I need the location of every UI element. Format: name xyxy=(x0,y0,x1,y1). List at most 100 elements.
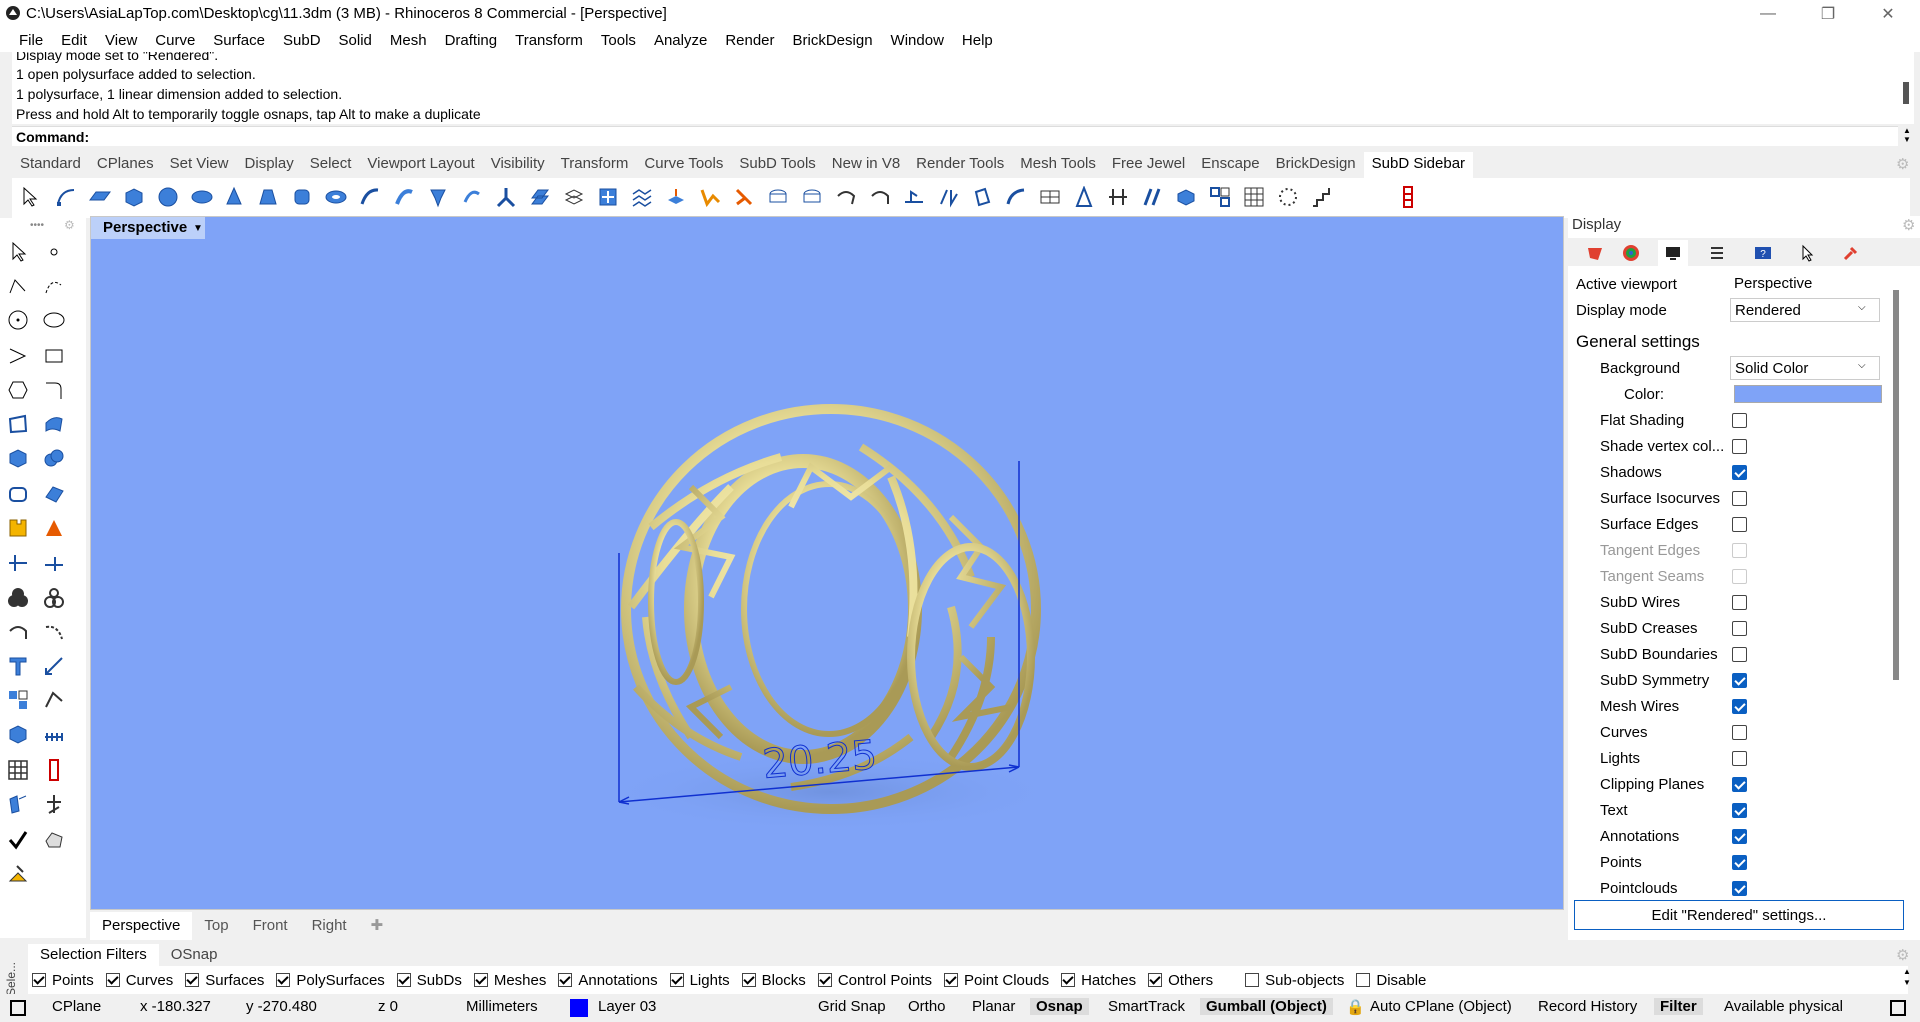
menu-subd[interactable]: SubD xyxy=(274,32,330,49)
viewport-tab-perspective[interactable]: Perspective xyxy=(90,912,193,940)
array-grid-icon[interactable] xyxy=(4,756,32,784)
menu-window[interactable]: Window xyxy=(882,32,953,49)
filter-checkbox[interactable] xyxy=(1061,973,1076,987)
close-button[interactable]: ✕ xyxy=(1860,0,1916,28)
subd-skin-icon[interactable] xyxy=(492,183,520,211)
select-arrow-icon[interactable] xyxy=(16,183,44,211)
step-array-icon[interactable] xyxy=(1308,183,1336,211)
solid-cylinder-icon[interactable] xyxy=(4,480,32,508)
tab-transform[interactable]: Transform xyxy=(553,152,637,178)
filter-checkbox[interactable] xyxy=(1245,973,1260,987)
mesh-icon[interactable] xyxy=(40,480,68,508)
subd-stitch-icon[interactable] xyxy=(526,183,554,211)
block-icon[interactable] xyxy=(4,686,32,714)
tab-enscape[interactable]: Enscape xyxy=(1193,152,1267,178)
select-icon[interactable] xyxy=(4,238,32,266)
display-option-checkbox[interactable] xyxy=(1732,491,1747,506)
display-option-checkbox[interactable] xyxy=(1732,673,1747,688)
polar-array-icon[interactable] xyxy=(1274,183,1302,211)
rectangle-icon[interactable] xyxy=(40,342,68,370)
filter-item[interactable]: Lights xyxy=(669,972,730,989)
filter-checkbox[interactable] xyxy=(473,973,488,987)
menu-view[interactable]: View xyxy=(96,32,146,49)
extrude-solid-icon[interactable] xyxy=(4,720,32,748)
auto-cplane-toggle[interactable]: Auto CPlane (Object) xyxy=(1370,998,1512,1015)
maximize-button[interactable]: ❐ xyxy=(1800,0,1856,28)
tab-set-view[interactable]: Set View xyxy=(162,152,237,178)
grid-plane-icon[interactable] xyxy=(40,720,68,748)
display-option-checkbox[interactable] xyxy=(1732,803,1747,818)
crease-icon[interactable] xyxy=(628,183,656,211)
menu-render[interactable]: Render xyxy=(716,32,783,49)
tab-standard[interactable]: Standard xyxy=(12,152,89,178)
planar-toggle[interactable]: Planar xyxy=(972,998,1015,1015)
tab-subd-sidebar[interactable]: SubD Sidebar xyxy=(1363,152,1474,178)
boolean-union-icon[interactable] xyxy=(4,584,32,612)
filter-item[interactable]: Disable xyxy=(1356,972,1426,989)
menu-tools[interactable]: Tools xyxy=(592,32,645,49)
arc-icon[interactable] xyxy=(4,342,32,370)
select-tab-icon[interactable] xyxy=(1792,240,1822,266)
menu-help[interactable]: Help xyxy=(953,32,1002,49)
text-icon[interactable] xyxy=(4,652,32,680)
analyze-icon[interactable] xyxy=(40,826,68,854)
tab-viewport-layout[interactable]: Viewport Layout xyxy=(359,152,482,178)
display-option-checkbox[interactable] xyxy=(1732,413,1747,428)
display-option-checkbox[interactable] xyxy=(1732,647,1747,662)
layers-tab-icon[interactable] xyxy=(1702,240,1732,266)
unfold-icon[interactable] xyxy=(1002,183,1030,211)
panel-toggle-icon[interactable] xyxy=(1890,1000,1906,1016)
edit-points-icon[interactable] xyxy=(40,686,68,714)
flip-icon[interactable] xyxy=(1138,183,1166,211)
fold-icon[interactable] xyxy=(968,183,996,211)
subd-ellipsoid-icon[interactable] xyxy=(188,183,216,211)
subd-truncated-cone-icon[interactable] xyxy=(254,183,282,211)
menu-curve[interactable]: Curve xyxy=(146,32,204,49)
filter-toggle[interactable]: Filter xyxy=(1654,998,1703,1015)
grid-array-icon[interactable] xyxy=(1240,183,1268,211)
toolbar-settings-icon[interactable]: ⚙ xyxy=(1896,155,1909,173)
filter-checkbox[interactable] xyxy=(558,973,573,987)
menu-solid[interactable]: Solid xyxy=(330,32,381,49)
subd-sweep-icon[interactable] xyxy=(390,183,418,211)
filter-item[interactable]: Blocks xyxy=(741,972,806,989)
add-viewport-icon[interactable]: ✚ xyxy=(359,912,396,940)
tab-brickdesign[interactable]: BrickDesign xyxy=(1268,152,1364,178)
tab-render-tools[interactable]: Render Tools xyxy=(908,152,1012,178)
weld-icon[interactable] xyxy=(900,183,928,211)
filter-checkbox[interactable] xyxy=(669,973,684,987)
mirror-icon[interactable] xyxy=(1070,183,1098,211)
menu-analyze[interactable]: Analyze xyxy=(645,32,716,49)
display-option-checkbox[interactable] xyxy=(1732,829,1747,844)
filters-settings-icon[interactable]: ⚙ xyxy=(1896,946,1909,964)
grid-snap-toggle[interactable]: Grid Snap xyxy=(818,998,886,1015)
bevel-icon[interactable] xyxy=(730,183,758,211)
menu-edit[interactable]: Edit xyxy=(52,32,96,49)
display-option-checkbox[interactable] xyxy=(1732,699,1747,714)
filter-item[interactable]: SubDs xyxy=(396,972,462,989)
tab-visibility[interactable]: Visibility xyxy=(483,152,553,178)
bridge-icon[interactable] xyxy=(798,183,826,211)
left-toolbar-settings-icon[interactable]: ⚙ xyxy=(64,218,75,232)
panel-scrollbar[interactable] xyxy=(1893,290,1899,680)
loft-surface-icon[interactable] xyxy=(40,410,68,438)
filter-checkbox[interactable] xyxy=(741,973,756,987)
display-option-checkbox[interactable] xyxy=(1732,751,1747,766)
tab-cplanes[interactable]: CPlanes xyxy=(89,152,162,178)
viewport-menu-icon[interactable]: ▼ xyxy=(191,217,205,239)
circle-icon[interactable] xyxy=(4,306,32,334)
subd-box-icon[interactable] xyxy=(120,183,148,211)
offset-icon[interactable] xyxy=(832,183,860,211)
subd-torus-icon[interactable] xyxy=(322,183,350,211)
materials-tab-icon[interactable] xyxy=(1616,240,1646,266)
subd-sphere-icon[interactable] xyxy=(154,183,182,211)
command-line[interactable]: Command: xyxy=(12,126,1898,146)
menu-surface[interactable]: Surface xyxy=(204,32,274,49)
curve-icon[interactable] xyxy=(40,272,68,300)
mirror-tool-icon[interactable] xyxy=(4,790,32,818)
filter-item[interactable]: Control Points xyxy=(817,972,932,989)
display-tab-icon[interactable] xyxy=(1658,240,1688,266)
filter-checkbox[interactable] xyxy=(185,973,200,987)
properties-tab-icon[interactable] xyxy=(1580,240,1610,266)
subd-rail-revolve-icon[interactable] xyxy=(458,183,486,211)
